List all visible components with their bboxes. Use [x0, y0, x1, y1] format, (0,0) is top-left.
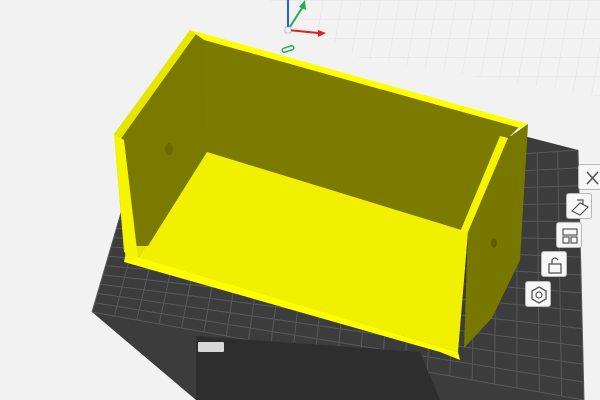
- lock-icon: [548, 257, 562, 274]
- lock-button[interactable]: [541, 251, 567, 277]
- settings-button[interactable]: [525, 281, 551, 307]
- model-hole-left: [165, 143, 173, 155]
- place-on-face-icon: [570, 199, 590, 216]
- bed-logo-plate: [198, 342, 224, 352]
- delete-button[interactable]: [578, 164, 600, 190]
- arrange-button[interactable]: [556, 222, 582, 248]
- arrange-icon: [562, 228, 578, 244]
- settings-icon: [531, 286, 547, 304]
- scene-canvas[interactable]: [0, 0, 600, 400]
- x-axis-line: [287, 29, 319, 34]
- selection-marker[interactable]: [281, 45, 295, 53]
- axis-origin: [284, 26, 292, 34]
- model-hole-right: [491, 238, 497, 248]
- 3d-viewport[interactable]: [0, 0, 600, 400]
- place-on-face-button[interactable]: [566, 193, 592, 219]
- delete-icon: [586, 171, 599, 185]
